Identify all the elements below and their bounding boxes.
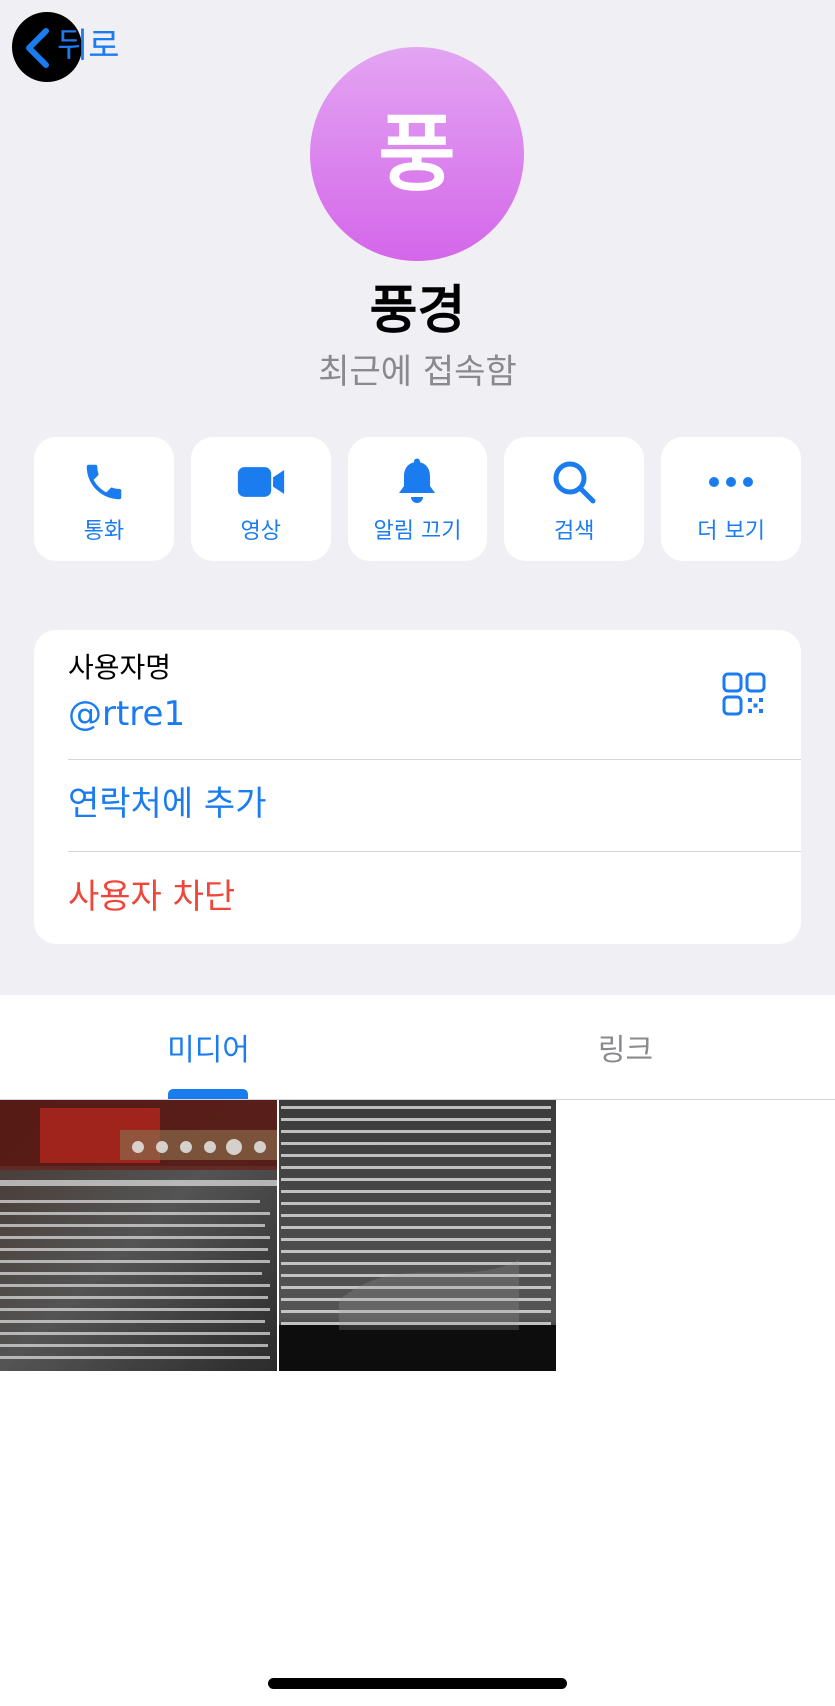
more-icon bbox=[706, 457, 756, 507]
media-thumbnail[interactable] bbox=[0, 1100, 277, 1371]
add-contact-button[interactable]: 연락처에 추가 bbox=[68, 782, 267, 826]
video-camera-icon bbox=[236, 457, 286, 507]
username-label: 사용자명 bbox=[68, 651, 172, 684]
divider bbox=[68, 851, 801, 852]
mute-label: 알림 끄기 bbox=[373, 519, 462, 544]
thumbnail-image bbox=[0, 1100, 277, 1371]
bell-icon bbox=[392, 457, 442, 507]
chevron-left-icon bbox=[26, 28, 49, 68]
media-thumbnail[interactable] bbox=[279, 1100, 556, 1371]
username-value[interactable]: @rtre1 bbox=[68, 692, 185, 736]
avatar-initial: 풍 bbox=[378, 105, 456, 203]
back-button[interactable]: 뒤로 bbox=[12, 12, 132, 82]
mute-button[interactable]: 알림 끄기 bbox=[347, 437, 488, 561]
last-seen-status: 최근에 접속함 bbox=[318, 352, 517, 392]
call-button[interactable]: 통화 bbox=[34, 437, 174, 561]
profile-name: 풍경 bbox=[369, 281, 466, 341]
qr-code-icon[interactable] bbox=[722, 672, 766, 716]
home-indicator[interactable] bbox=[268, 1678, 567, 1689]
avatar[interactable]: 풍 bbox=[310, 47, 524, 261]
block-user-button[interactable]: 사용자 차단 bbox=[68, 875, 235, 919]
back-label: 뒤로 bbox=[57, 26, 120, 66]
video-label: 영상 bbox=[240, 519, 281, 544]
phone-icon bbox=[79, 457, 129, 507]
active-tab-indicator bbox=[168, 1089, 248, 1099]
search-label: 검색 bbox=[554, 519, 595, 544]
tab-links[interactable]: 링크 bbox=[417, 995, 834, 1099]
more-label: 더 보기 bbox=[697, 519, 765, 544]
thumbnail-image bbox=[279, 1100, 556, 1371]
call-label: 통화 bbox=[83, 519, 125, 544]
media-section: 미디어 링크 bbox=[0, 995, 835, 1706]
tab-media[interactable]: 미디어 bbox=[0, 995, 417, 1099]
search-icon bbox=[549, 457, 599, 507]
divider bbox=[68, 759, 801, 760]
search-button[interactable]: 검색 bbox=[504, 437, 645, 561]
video-button[interactable]: 영상 bbox=[190, 437, 331, 561]
action-bar: 통화 영상 알림 끄기 검색 더 보기 bbox=[34, 437, 801, 561]
more-button[interactable]: 더 보기 bbox=[661, 437, 801, 561]
